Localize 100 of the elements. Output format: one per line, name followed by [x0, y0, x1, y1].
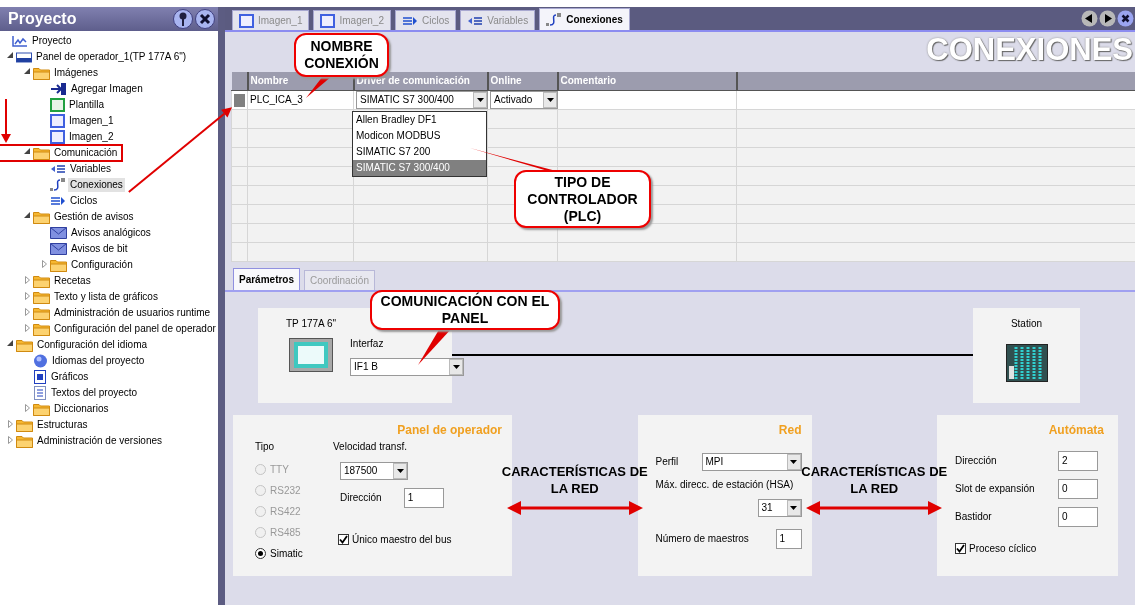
- caret-icon: [396, 468, 404, 473]
- folder-icon: [33, 322, 50, 336]
- radio-label: TTY: [270, 462, 289, 477]
- folder-icon: [16, 338, 33, 352]
- tree-item[interactable]: Panel de operador_1(TP 177A 6"): [34, 50, 189, 64]
- field-label: Máx. direcc. de estación (HSA): [655, 477, 795, 492]
- tree-item[interactable]: Avisos analógicos: [69, 226, 153, 240]
- dropdown-option[interactable]: Allen Bradley DF1: [353, 111, 486, 128]
- annotation-text: CARACTERÍSTICAS DE LA RED: [501, 462, 648, 497]
- input-field[interactable]: 0: [1058, 506, 1098, 527]
- radio-label: RS232: [270, 483, 301, 498]
- tree-item[interactable]: Configuración: [69, 258, 135, 272]
- folder-icon: [33, 306, 50, 320]
- pin-icon[interactable]: [173, 9, 193, 29]
- row-selector-icon[interactable]: [234, 93, 245, 107]
- tree-item[interactable]: Comunicación: [52, 146, 120, 160]
- caret-icon: [790, 505, 797, 510]
- folder-icon: [16, 434, 33, 448]
- folder-icon: [16, 418, 33, 432]
- tree-item[interactable]: Imagen_2: [67, 130, 116, 144]
- tree-item[interactable]: Avisos de bit: [69, 242, 130, 256]
- checkbox-label: Proceso cíclico: [969, 541, 1037, 556]
- tree-item[interactable]: Texto y lista de gráficos: [52, 290, 160, 304]
- envelope-icon: [50, 242, 67, 256]
- tree-item[interactable]: Imágenes: [52, 66, 100, 80]
- card-title: Red: [777, 421, 802, 439]
- checkbox[interactable]: [955, 542, 966, 554]
- expander-icon[interactable]: [7, 340, 13, 346]
- forward-icon[interactable]: [1099, 10, 1116, 27]
- station-label: Station: [1010, 316, 1043, 331]
- radio-label: Simatic: [270, 546, 303, 561]
- panel-device-icon: [289, 337, 334, 372]
- checkbox-label: Único maestro del bus: [352, 532, 452, 547]
- square-icon: [50, 130, 65, 144]
- input-field[interactable]: 1: [403, 487, 444, 508]
- tree-item[interactable]: Gestión de avisos: [52, 210, 136, 224]
- list-icon: [50, 163, 66, 175]
- field-label: Interfaz: [350, 336, 385, 351]
- envelope-icon: [50, 226, 67, 240]
- globe-icon: [33, 354, 48, 368]
- folder-icon: [33, 66, 50, 80]
- back-icon[interactable]: [1081, 10, 1098, 27]
- expander-icon[interactable]: [24, 212, 30, 218]
- expander-icon[interactable]: [7, 52, 13, 58]
- folder-icon: [33, 402, 50, 416]
- speed-select[interactable]: 187500: [340, 461, 408, 480]
- expander-icon[interactable]: [24, 148, 30, 154]
- callout-pointer: [418, 328, 452, 365]
- tree-item[interactable]: Conexiones: [68, 178, 125, 192]
- square-icon: [50, 114, 65, 128]
- tree-item[interactable]: Variables: [68, 162, 113, 176]
- caret-icon: [476, 97, 484, 102]
- tree-item[interactable]: Configuración del idioma: [35, 338, 150, 352]
- editor-tab[interactable]: Conexiones: [539, 8, 630, 30]
- tree-item[interactable]: Idiomas del proyecto: [50, 354, 147, 368]
- field-label: Perfil: [655, 455, 679, 469]
- field-label: Tipo: [255, 439, 276, 454]
- callout: COMUNICACIÓN CON EL PANEL: [370, 290, 560, 330]
- tree-item[interactable]: Configuración del panel de operador: [52, 322, 218, 336]
- radio-label: RS485: [270, 525, 301, 540]
- curve-icon: [546, 12, 563, 27]
- callout: TIPO DE CONTROLADOR (PLC): [514, 170, 651, 228]
- field-label: Slot de expansión: [955, 482, 1035, 496]
- tree-item[interactable]: Gráficos: [49, 370, 91, 384]
- tree-item[interactable]: Estructuras: [35, 418, 90, 432]
- input-field[interactable]: 0: [1058, 478, 1098, 499]
- input-field[interactable]: 1: [775, 528, 802, 549]
- list-icon: [401, 14, 418, 27]
- tree-item[interactable]: Administración de usuarios runtime: [52, 306, 213, 320]
- input-field[interactable]: 2: [1058, 450, 1098, 471]
- field-label: Bastidor: [955, 510, 992, 524]
- hsa-select[interactable]: 31: [757, 498, 802, 517]
- radio-label: RS422: [270, 504, 301, 519]
- tree-item[interactable]: Agregar Imagen: [69, 82, 145, 96]
- close-icon[interactable]: [1117, 10, 1134, 27]
- tree-item[interactable]: Plantilla: [67, 98, 107, 112]
- tree-item[interactable]: Recetas: [52, 274, 93, 288]
- dropdown-option[interactable]: SIMATIC S7 200: [353, 143, 486, 160]
- radio-button[interactable]: [255, 547, 266, 559]
- profile-select[interactable]: MPI: [701, 452, 802, 471]
- tree-item[interactable]: Diccionarios: [52, 402, 111, 416]
- tree-item[interactable]: Imagen_1: [67, 114, 116, 128]
- field-label: Número de maestros: [655, 532, 749, 546]
- folder-icon: [33, 274, 50, 288]
- tree-item[interactable]: Textos del proyecto: [49, 386, 140, 400]
- tree-item[interactable]: Administración de versiones: [35, 434, 165, 448]
- tree-item[interactable]: Proyecto: [30, 34, 74, 48]
- chart-icon: [12, 35, 28, 47]
- interface-select[interactable]: IF1 B: [350, 357, 465, 376]
- field-label: Dirección: [955, 454, 997, 468]
- folder-icon: [33, 146, 50, 160]
- card-title: Panel de operador: [396, 421, 502, 439]
- expander-icon[interactable]: [24, 68, 30, 74]
- parameter-tab[interactable]: Parámetros: [233, 267, 301, 290]
- dropdown-option[interactable]: SIMATIC S7 300/400: [353, 159, 486, 176]
- editor-heading: CONEXIONES: [926, 32, 1134, 69]
- tree-item[interactable]: Ciclos: [68, 194, 100, 208]
- square-icon: [239, 13, 254, 28]
- checkbox[interactable]: [338, 533, 349, 545]
- close-icon[interactable]: [195, 9, 215, 29]
